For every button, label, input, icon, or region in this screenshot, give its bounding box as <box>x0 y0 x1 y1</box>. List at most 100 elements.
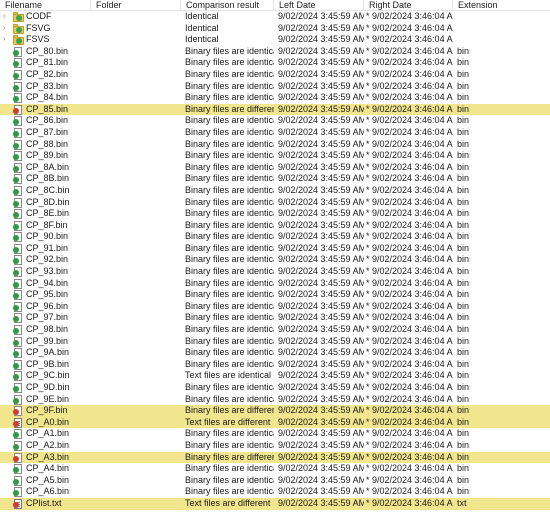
folder-cell <box>91 220 181 232</box>
table-row[interactable]: CPlist.txt Text files are different 9/02/2… <box>0 497 550 510</box>
folder-cell <box>91 23 181 35</box>
comparison-result-cell: Binary files are identical <box>185 161 274 172</box>
table-row[interactable]: CP_A0.bin Text files are different 9/02/20… <box>0 416 550 429</box>
right-date-cell: * 9/02/2024 3:46:04 AM <box>366 184 453 195</box>
table-row[interactable]: CP_8D.bin Binary files are identical 9/02/… <box>0 197 550 209</box>
folder-cell <box>91 231 181 243</box>
table-row[interactable]: CP_9E.bin Binary files are identical 9/02/… <box>0 394 550 406</box>
right-date-cell: * 9/02/2024 3:46:04 AM <box>366 382 453 392</box>
table-row[interactable]: CP_87.bin Binary files are identical 9/02/… <box>0 127 550 139</box>
folder-identical-icon <box>13 23 24 34</box>
expand-chevron-icon[interactable]: › <box>3 11 9 23</box>
comparison-result-cell: Binary files are identical <box>185 382 274 392</box>
left-date-cell: 9/02/2024 3:45:59 AM <box>278 208 364 219</box>
table-row[interactable]: CP_84.bin Binary files are identical 9/02/… <box>0 92 550 104</box>
table-row[interactable]: CP_9F.bin Binary files are different 9/02/… <box>0 405 550 417</box>
table-row[interactable]: CP_9B.bin Binary files are identical 9/02/… <box>0 359 550 371</box>
column-header-folder[interactable]: Folder <box>91 0 181 11</box>
table-row[interactable]: CP_8C.bin Binary files are identical 9/02/… <box>0 185 550 197</box>
comparison-result-cell: Binary files are identical <box>185 242 274 253</box>
table-row[interactable]: CP_80.bin Binary files are identical 9/02/… <box>0 46 550 58</box>
folder-identical-icon <box>13 12 24 22</box>
table-row[interactable]: CP_9A.bin Binary files are identical 9/02/… <box>0 347 550 359</box>
table-row[interactable]: CP_A2.bin Binary files are identical 9/02/… <box>0 440 550 452</box>
right-date-cell: * 9/02/2024 3:46:04 AM <box>366 405 453 416</box>
table-row[interactable]: CP_88.bin Binary files are identical 9/02/… <box>0 139 550 151</box>
table-row[interactable]: CP_A5.bin Binary files are identical 9/02/… <box>0 475 550 487</box>
left-date-cell: 9/02/2024 3:45:59 AM <box>278 45 364 56</box>
table-row[interactable]: › FSVS Identical 9/02/2024 3:45:59 AM * 9/02… <box>0 34 550 46</box>
comparison-result-cell: Binary files are identical <box>185 231 274 242</box>
binary-file-identical-icon <box>13 267 24 278</box>
table-row[interactable]: CP_91.bin Binary files are identical 9/02/… <box>0 243 550 255</box>
table-row[interactable]: CP_93.bin Binary files are identical 9/02/… <box>0 266 550 278</box>
left-date-cell: 9/02/2024 3:45:59 AM <box>278 92 364 103</box>
comparison-result-cell: Identical <box>185 34 219 45</box>
column-header-extension[interactable]: Extension <box>453 0 550 11</box>
extension-cell: bin <box>457 57 470 68</box>
comparison-result-cell: Binary files are identical <box>185 266 274 277</box>
table-row[interactable]: CP_96.bin Binary files are identical 9/02/… <box>0 301 550 313</box>
extension-cell: bin <box>457 92 470 103</box>
table-row[interactable]: CP_85.bin Binary files are different 9/02/… <box>0 103 550 116</box>
table-row[interactable]: CP_9C.bin Text files are identical 9/02/20… <box>0 370 550 382</box>
table-row[interactable]: CP_94.bin Binary files are identical 9/02/… <box>0 278 550 290</box>
folder-cell <box>91 46 181 58</box>
filename-cell: CP_94.bin <box>0 278 91 290</box>
binary-file-identical-icon <box>13 348 24 359</box>
table-row[interactable]: CP_99.bin Binary files are identical 9/02/… <box>0 336 550 348</box>
column-header-left-date[interactable]: Left Date <box>274 0 364 11</box>
extension-cell: txt <box>457 497 467 508</box>
comparison-result-cell: Binary files are identical <box>185 335 274 346</box>
table-row[interactable]: CP_A6.bin Binary files are identical 9/02/… <box>0 486 550 498</box>
filename-text: CP_82.bin <box>26 68 69 79</box>
left-date-cell: 9/02/2024 3:45:59 AM <box>278 57 364 68</box>
table-row[interactable]: CP_8F.bin Binary files are identical 9/02/… <box>0 220 550 232</box>
filename-text: CP_9E.bin <box>26 393 70 404</box>
table-row[interactable]: CP_89.bin Binary files are identical 9/02/… <box>0 150 550 162</box>
filename-cell: CP_9A.bin <box>0 347 91 359</box>
filename-text: CP_A3.bin <box>26 451 70 462</box>
column-header-comparison-result[interactable]: Comparison result <box>181 0 274 11</box>
right-date-cell: * 9/02/2024 3:46:04 AM <box>366 80 453 91</box>
table-row[interactable]: CP_83.bin Binary files are identical 9/02/… <box>0 81 550 93</box>
table-row[interactable]: CP_92.bin Binary files are identical 9/02/… <box>0 254 550 266</box>
filename-cell: CP_97.bin <box>0 312 91 324</box>
folder-cell <box>91 463 181 475</box>
filename-text: CP_83.bin <box>26 80 69 91</box>
table-row[interactable]: CP_81.bin Binary files are identical 9/02/… <box>0 57 550 69</box>
folder-cell <box>91 162 181 174</box>
table-row[interactable]: CP_A4.bin Binary files are identical 9/02/… <box>0 463 550 475</box>
table-row[interactable]: › CODF Identical 9/02/2024 3:45:59 AM * 9/02… <box>0 11 550 23</box>
table-row[interactable]: › FSVG Identical 9/02/2024 3:45:59 AM * 9/02… <box>0 23 550 35</box>
right-date-cell: * 9/02/2024 3:46:04 AM <box>366 324 453 335</box>
folder-cell <box>91 81 181 93</box>
binary-file-different-icon <box>13 452 24 463</box>
table-row[interactable]: CP_A3.bin Binary files are different 9/02/… <box>0 451 550 464</box>
comparison-result-cell: Text files are identical <box>185 370 272 381</box>
column-header-right-date[interactable]: Right Date <box>364 0 453 11</box>
column-header-filename[interactable]: Filename <box>0 0 91 11</box>
filename-text: CP_9C.bin <box>26 370 70 381</box>
comparison-result-cell: Binary files are identical <box>185 173 274 184</box>
table-row[interactable]: CP_8E.bin Binary files are identical 9/02/… <box>0 208 550 220</box>
filename-cell: CP_87.bin <box>0 127 91 139</box>
expand-chevron-icon[interactable]: › <box>3 23 9 35</box>
table-row[interactable]: CP_8B.bin Binary files are identical 9/02/… <box>0 173 550 185</box>
folder-cell <box>91 370 181 382</box>
table-row[interactable]: CP_90.bin Binary files are identical 9/02/… <box>0 231 550 243</box>
table-row[interactable]: CP_86.bin Binary files are identical 9/02/… <box>0 115 550 127</box>
extension-cell: bin <box>457 370 470 381</box>
expand-chevron-icon[interactable]: › <box>3 34 9 46</box>
table-row[interactable]: CP_8A.bin Binary files are identical 9/02/… <box>0 162 550 174</box>
table-row[interactable]: CP_97.bin Binary files are identical 9/02/… <box>0 312 550 324</box>
table-row[interactable]: CP_82.bin Binary files are identical 9/02/… <box>0 69 550 81</box>
right-date-cell: * 9/02/2024 3:46:04 AM <box>366 335 453 346</box>
table-row[interactable]: CP_9D.bin Binary files are identical 9/02/… <box>0 382 550 394</box>
folder-cell <box>91 405 181 417</box>
binary-file-identical-icon <box>13 371 24 382</box>
table-row[interactable]: CP_98.bin Binary files are identical 9/02/… <box>0 324 550 336</box>
table-row[interactable]: CP_95.bin Binary files are identical 9/02/… <box>0 289 550 301</box>
table-row[interactable]: CP_A1.bin Binary files are identical 9/02/… <box>0 428 550 440</box>
filename-cell: CP_9D.bin <box>0 382 91 394</box>
